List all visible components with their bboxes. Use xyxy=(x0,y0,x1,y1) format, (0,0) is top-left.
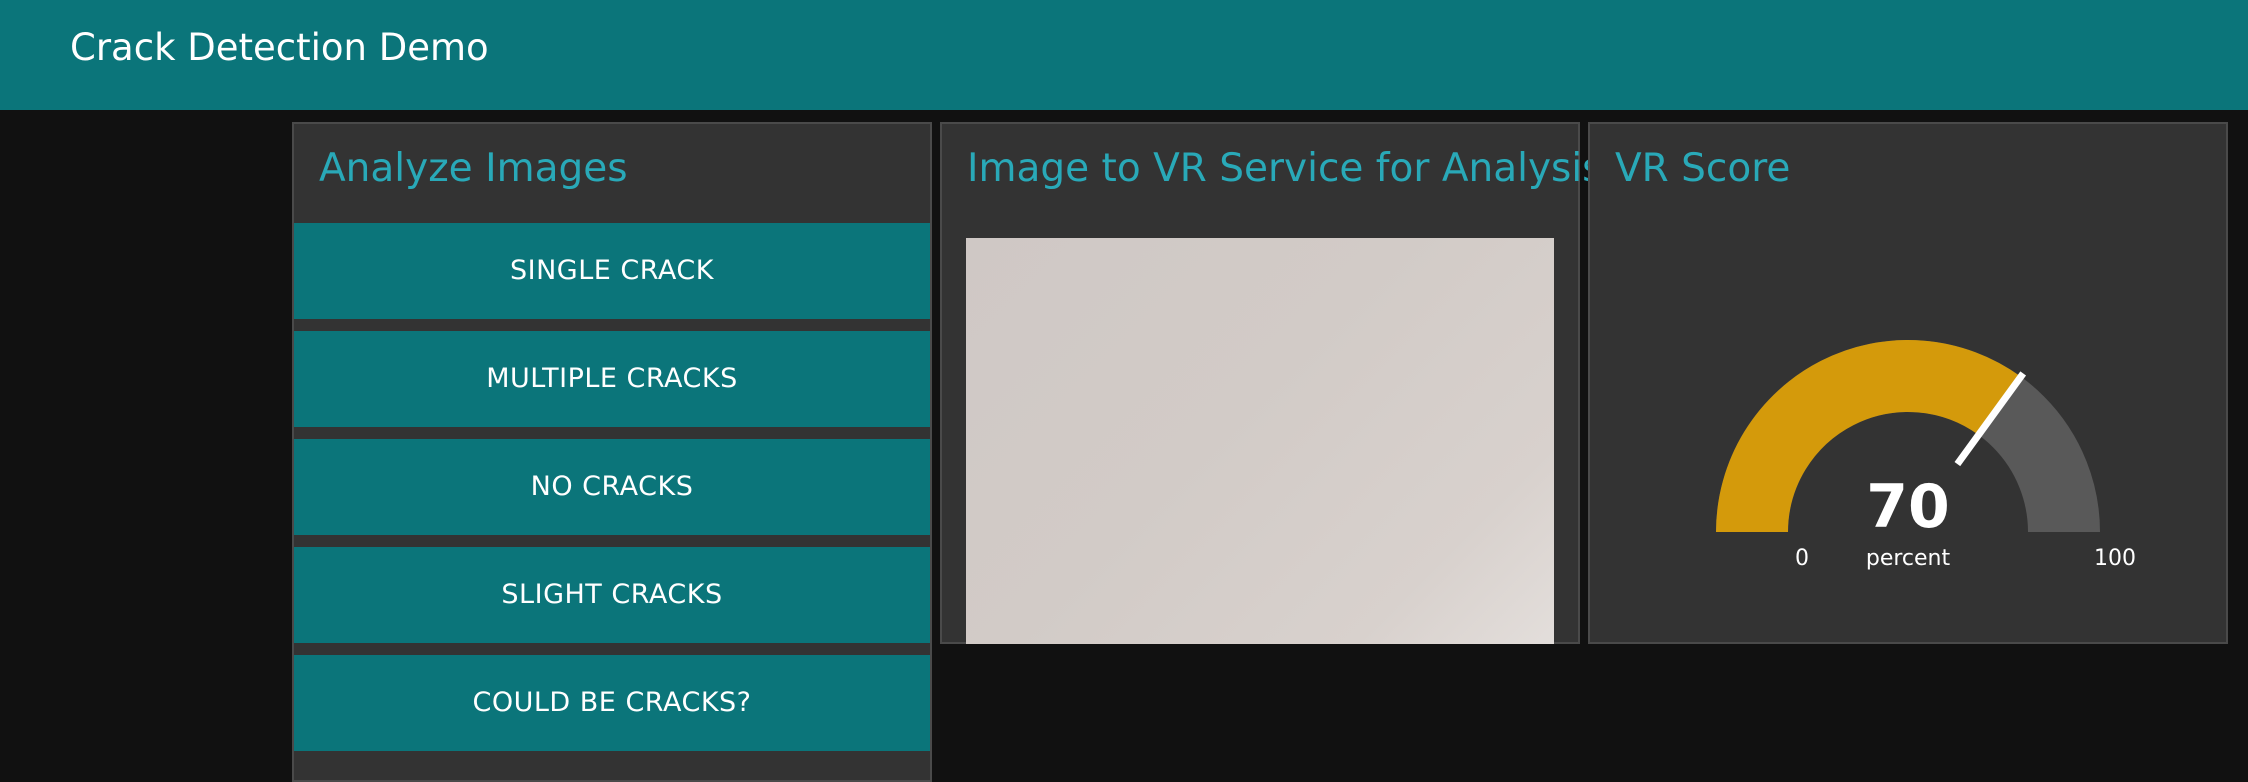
single-crack-button[interactable]: SINGLE CRACK xyxy=(294,223,930,319)
vr-score-panel: VR Score 70 percent 0 100 xyxy=(1588,122,2228,644)
slight-cracks-button[interactable]: SLIGHT CRACKS xyxy=(294,547,930,643)
app-title: Crack Detection Demo xyxy=(70,26,489,69)
could-be-cracks-button[interactable]: COULD BE CRACKS? xyxy=(294,655,930,751)
analyzed-image xyxy=(966,238,1554,644)
gauge-min-label: 0 xyxy=(1795,546,1809,571)
no-cracks-button[interactable]: NO CRACKS xyxy=(294,439,930,535)
multiple-cracks-button[interactable]: MULTIPLE CRACKS xyxy=(294,331,930,427)
analyze-images-panel: Analyze Images SINGLE CRACK MULTIPLE CRA… xyxy=(292,122,932,782)
top-app-bar: Crack Detection Demo xyxy=(0,0,2248,110)
panel-title: Analyze Images xyxy=(319,146,628,191)
image-analysis-panel: Image to VR Service for Analysis xyxy=(940,122,1603,644)
panel-title: Image to VR Service for Analysis xyxy=(967,146,1603,191)
gauge-value: 70 xyxy=(1866,472,1950,542)
gauge-max-label: 100 xyxy=(2094,546,2136,571)
